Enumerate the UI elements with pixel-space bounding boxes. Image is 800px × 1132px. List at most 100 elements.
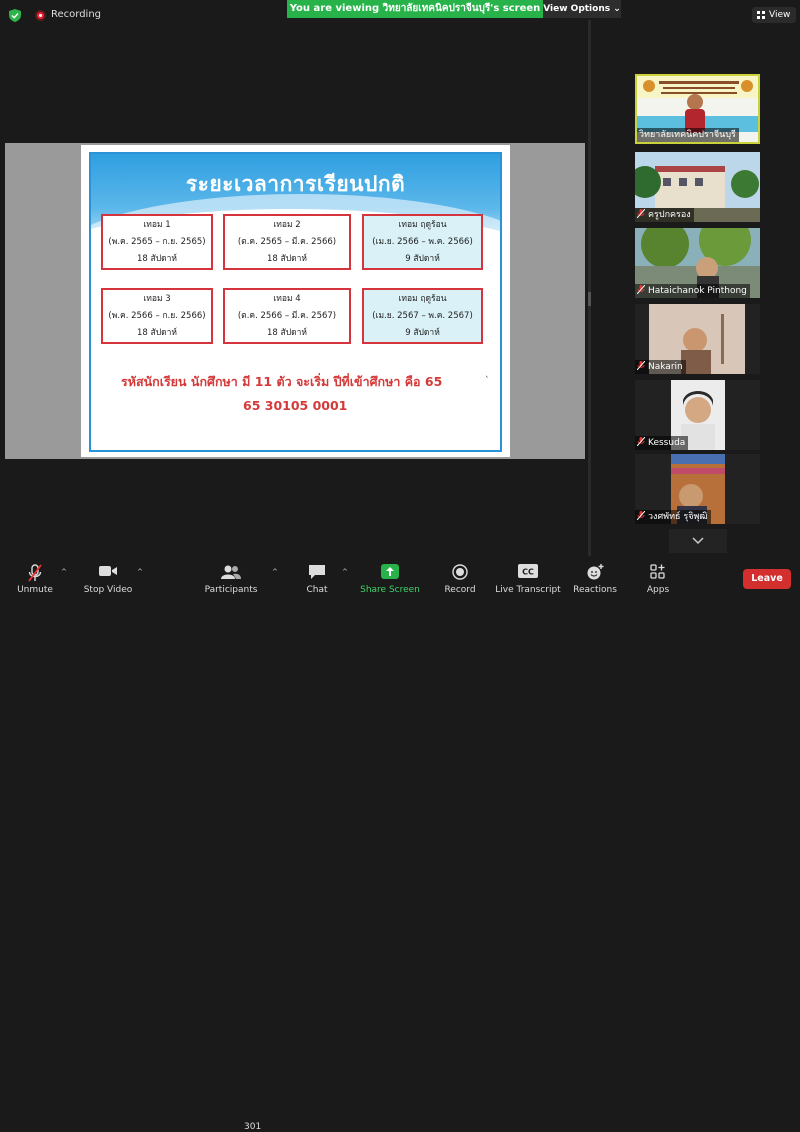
participant-name: Kessuda: [635, 436, 689, 450]
divider-handle[interactable]: [588, 292, 591, 306]
caret-up-icon: ^: [342, 568, 348, 576]
unmute-button[interactable]: Unmute: [10, 556, 60, 600]
leave-button[interactable]: Leave: [743, 569, 791, 589]
meeting-toolbar: Unmute ^ Stop Video ^ Participants 301 ^…: [0, 556, 800, 1132]
video-camera-icon: [99, 566, 117, 576]
emoji-add-icon: [587, 564, 604, 580]
chat-label: Chat: [306, 585, 328, 595]
view-button[interactable]: View: [752, 7, 796, 23]
slide: ระยะเวลาการเรียนปกติ เทอม 1 (พ.ค. 2565 –…: [81, 145, 510, 457]
caret-up-icon: ^: [137, 568, 143, 576]
term-range: (พ.ค. 2565 – ก.ย. 2565): [108, 237, 206, 247]
student-id-example: 65 30105 0001: [243, 398, 348, 413]
term-box: เทอม 4 (ต.ค. 2566 – มี.ค. 2567) 18 สัปดา…: [223, 288, 351, 344]
chat-options-button[interactable]: ^: [336, 556, 348, 600]
live-transcript-label: Live Transcript: [495, 585, 561, 595]
apps-label: Apps: [646, 585, 670, 595]
participant-name: วงศพัทธ์ รุจิพุฒิ: [635, 510, 711, 524]
stray-mark: ˋ: [485, 376, 490, 386]
term-box: เทอม 3 (พ.ค. 2566 – ก.ย. 2566) 18 สัปดาห…: [101, 288, 213, 344]
participants-button[interactable]: Participants: [203, 556, 259, 600]
apps-button[interactable]: Apps: [636, 556, 680, 600]
term-range: (พ.ค. 2566 – ก.ย. 2566): [108, 311, 206, 321]
share-screen-label: Share Screen: [360, 585, 420, 595]
term-weeks: 9 สัปดาห์: [405, 254, 440, 264]
mic-off-icon: [637, 209, 645, 218]
reactions-label: Reactions: [573, 585, 617, 595]
viewing-banner: You are viewing วิทยาลัยเทคนิคปราจีนบุรี…: [287, 0, 543, 18]
video-tile[interactable]: Hataichanok Pinthong: [635, 228, 760, 298]
recording-icon[interactable]: [35, 10, 46, 21]
participant-name: Nakarin: [635, 360, 686, 374]
chevron-down-icon: [692, 537, 704, 545]
term-weeks: 18 สัปดาห์: [137, 254, 177, 264]
recording-label[interactable]: Recording: [51, 9, 101, 20]
term-box: เทอม 2 (ต.ค. 2565 – มี.ค. 2566) 18 สัปดา…: [223, 214, 351, 270]
term-range: (เม.ย. 2566 – พ.ค. 2566): [372, 237, 473, 247]
shared-screen: ระยะเวลาการเรียนปกติ เทอม 1 (พ.ค. 2565 –…: [5, 143, 585, 459]
panel-divider[interactable]: [588, 20, 591, 556]
term-range: (เม.ย. 2567 – พ.ค. 2567): [372, 311, 473, 321]
participant-name: Hataichanok Pinthong: [635, 284, 750, 298]
gallery-next-button[interactable]: [669, 529, 727, 553]
svg-text:CC: CC: [522, 568, 534, 577]
mic-off-icon: [637, 285, 645, 294]
top-bar: Recording You are viewing วิทยาลัยเทคนิค…: [0, 0, 800, 32]
term-box: เทอม ฤดูร้อน (เม.ย. 2566 – พ.ค. 2566) 9 …: [362, 214, 483, 270]
video-tile[interactable]: Kessuda: [635, 380, 760, 450]
term-box: เทอม 1 (พ.ค. 2565 – ก.ย. 2565) 18 สัปดาห…: [101, 214, 213, 270]
participants-label: Participants: [204, 585, 258, 595]
audio-options-button[interactable]: ^: [55, 556, 67, 600]
participant-name-text: วงศพัทธ์ รุจิพุฒิ: [648, 512, 708, 522]
record-label: Record: [444, 585, 476, 595]
video-tile[interactable]: ครูปกครอง: [635, 152, 760, 222]
term-box: เทอม ฤดูร้อน (เม.ย. 2567 – พ.ค. 2567) 9 …: [362, 288, 483, 344]
chat-button[interactable]: Chat: [296, 556, 338, 600]
apps-icon: [650, 564, 665, 579]
participant-name-text: Nakarin: [648, 362, 683, 372]
mic-off-icon: [637, 437, 645, 446]
view-button-label: View: [769, 10, 791, 20]
participants-icon: [221, 565, 241, 579]
mic-off-icon: [637, 361, 645, 370]
video-tile[interactable]: วิทยาลัยเทคนิคปราจีนบุรี: [635, 74, 760, 144]
share-screen-button[interactable]: Share Screen: [358, 556, 422, 600]
caret-up-icon: ^: [272, 568, 278, 576]
participants-options-button[interactable]: ^: [266, 556, 278, 600]
term-name: เทอม 3: [143, 294, 171, 304]
stop-video-button[interactable]: Stop Video: [80, 556, 136, 600]
term-name: เทอม 2: [273, 220, 301, 230]
view-options-button[interactable]: View Options ⌄: [543, 0, 621, 18]
participant-name-text: Kessuda: [648, 438, 686, 448]
record-icon: [452, 564, 468, 580]
unmute-label: Unmute: [17, 585, 53, 595]
term-weeks: 18 สัปดาห์: [267, 254, 307, 264]
chevron-down-icon: ⌄: [613, 4, 621, 14]
reactions-button[interactable]: Reactions: [570, 556, 620, 600]
video-options-button[interactable]: ^: [131, 556, 143, 600]
video-tile[interactable]: Nakarin: [635, 304, 760, 374]
term-name: เทอม ฤดูร้อน: [398, 220, 447, 230]
term-weeks: 18 สัปดาห์: [137, 328, 177, 338]
share-screen-icon: [381, 564, 399, 579]
participant-name-text: ครูปกครอง: [648, 210, 691, 220]
term-name: เทอม 1: [143, 220, 171, 230]
mic-muted-icon: [28, 564, 42, 582]
term-range: (ต.ค. 2566 – มี.ค. 2567): [237, 311, 337, 321]
term-weeks: 18 สัปดาห์: [267, 328, 307, 338]
stop-video-label: Stop Video: [83, 585, 133, 595]
term-name: เทอม 4: [273, 294, 301, 304]
term-range: (ต.ค. 2565 – มี.ค. 2566): [237, 237, 337, 247]
live-transcript-button[interactable]: CC Live Transcript: [494, 556, 562, 600]
participants-count: 301: [244, 1122, 262, 1132]
participant-name-text: Hataichanok Pinthong: [648, 286, 747, 296]
term-name: เทอม ฤดูร้อน: [398, 294, 447, 304]
view-options-label: View Options: [543, 4, 611, 14]
slide-title: ระยะเวลาการเรียนปกติ: [185, 172, 406, 196]
grid-icon: [757, 11, 765, 19]
record-button[interactable]: Record: [438, 556, 482, 600]
caret-up-icon: ^: [61, 568, 67, 576]
shield-icon[interactable]: [9, 9, 21, 22]
slide-frame: ระยะเวลาการเรียนปกติ เทอม 1 (พ.ค. 2565 –…: [89, 152, 502, 452]
video-tile[interactable]: วงศพัทธ์ รุจิพุฒิ: [635, 454, 760, 524]
